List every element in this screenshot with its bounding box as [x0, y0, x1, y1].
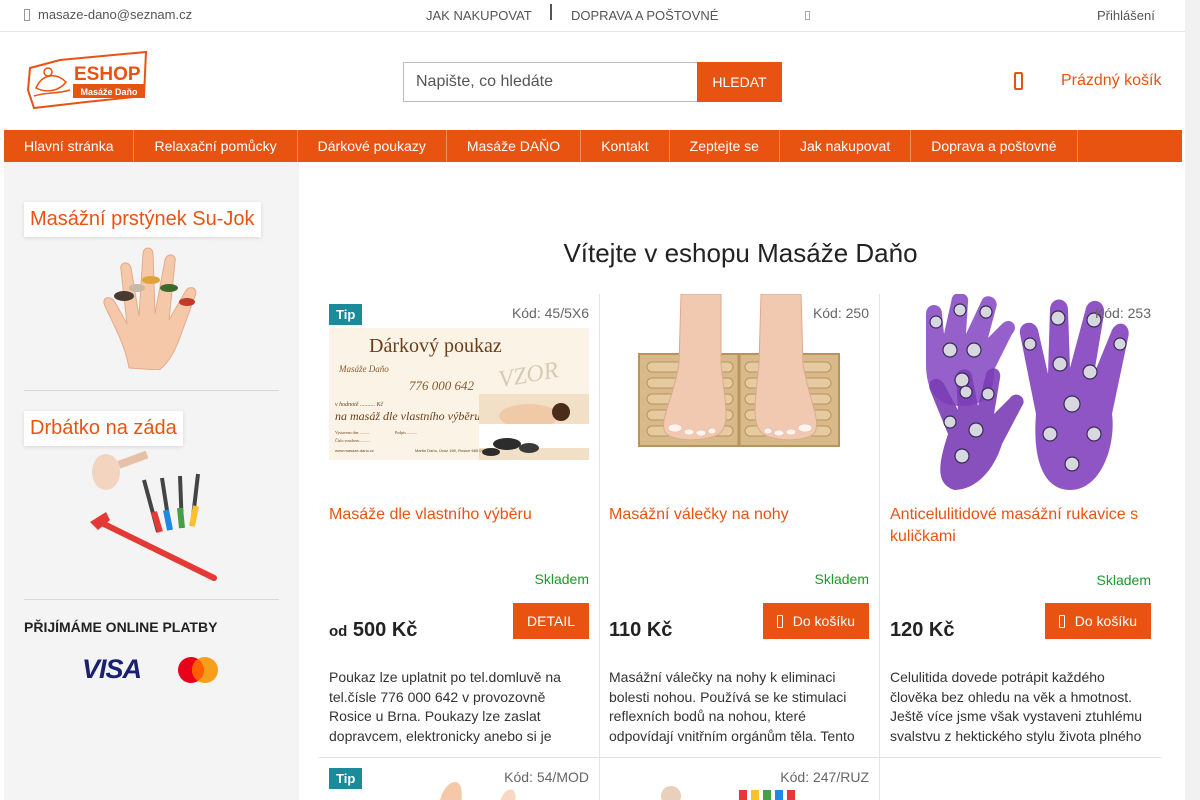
voucher-brand: Masáže Daňo: [338, 364, 389, 374]
top-nav-doprava[interactable]: DOPRAVA A POŠTOVNÉ: [571, 8, 718, 23]
cart-label[interactable]: Prázdný košík: [1061, 72, 1161, 90]
sidebar-widget-title[interactable]: Masážní prstýnek Su-Jok: [24, 202, 261, 237]
search-bar: HLEDAT: [403, 62, 782, 102]
product-price: 110 Kč: [609, 619, 672, 642]
product-description: Celulitida dovede potrápit každého člově…: [890, 669, 1143, 744]
tip-badge: Tip: [329, 304, 363, 325]
payments-title: PŘIJÍMÁME ONLINE PLATBY: [24, 619, 218, 635]
main-menu: Hlavní stránka Relaxační pomůcky Dárkové…: [4, 130, 1182, 162]
voucher-web: www.masaze-dano.cz: [335, 448, 374, 453]
product-card: Kód: 253 Anticelulitidové masážní rukavi…: [880, 293, 1161, 758]
sidebar-widget-drbatko: Drbátko na záda: [24, 411, 279, 446]
product-price: 120 Kč: [890, 619, 955, 642]
tip-badge: Tip: [329, 768, 363, 789]
voucher-purpose: na masáž dle vlastního výběru: [335, 409, 480, 423]
product-code: Kód: 54/MOD: [504, 769, 589, 785]
menu-item-kontakt[interactable]: Kontakt: [581, 130, 670, 162]
menu-item-relaxacni-pomucky[interactable]: Relaxační pomůcky: [134, 130, 298, 162]
voucher-field-date: Vystaveno dne ..........: [335, 430, 369, 435]
price-value: 500 Kč: [352, 619, 418, 641]
product-code: Kód: 250: [812, 305, 869, 321]
price-value: 110 Kč: [609, 619, 673, 641]
add-to-cart-button[interactable]: Do košíku: [1044, 603, 1151, 639]
cart-icon: [1014, 72, 1023, 90]
search-button[interactable]: HLEDAT: [697, 62, 782, 102]
menu-item-zeptejte-se[interactable]: Zeptejte se: [670, 130, 780, 162]
price-prefix: od: [329, 623, 348, 640]
sidebar-widget-title[interactable]: Drbátko na záda: [24, 411, 183, 446]
top-nav-divider: [550, 4, 552, 20]
product-card: Tip Kód: 54/MOD: [319, 758, 600, 800]
menu-item-jak-nakupovat[interactable]: Jak nakupovat: [780, 130, 912, 162]
mastercard-logo: [178, 657, 218, 683]
logo-subtext: Masáže Daňo: [80, 87, 138, 97]
top-bar: masaze-dano@seznam.cz JAK NAKUPOVAT DOPR…: [0, 0, 1185, 32]
stock-status: Skladem: [1096, 572, 1151, 588]
product-name[interactable]: Masáže dle vlastního výběru: [329, 504, 591, 526]
cart[interactable]: Prázdný košík: [1014, 72, 1161, 90]
search-input[interactable]: [403, 62, 697, 102]
info-icon[interactable]: [805, 11, 810, 20]
sidebar: Masážní prstýnek Su-Jok Drbátko na záda: [4, 162, 299, 800]
add-to-cart-button[interactable]: Do košíku: [762, 603, 869, 639]
voucher-value-line: v hodnotě .......... Kč: [335, 402, 383, 408]
product-image-foot-rollers[interactable]: [609, 293, 869, 494]
page-scrollbar[interactable]: [1185, 0, 1200, 800]
menu-item-darkove-poukazy[interactable]: Dárkové poukazy: [298, 130, 447, 162]
product-image-voucher[interactable]: Dárkový poukaz Masáže Daňo 776 000 642 V…: [329, 294, 589, 494]
product-name[interactable]: Masážní válečky na nohy: [609, 504, 871, 526]
voucher-title: Dárkový poukaz: [369, 335, 502, 357]
detail-button[interactable]: DETAIL: [513, 603, 589, 639]
page: masaze-dano@seznam.cz JAK NAKUPOVAT DOPR…: [0, 0, 1185, 800]
product-description: Masážní válečky na nohy k eliminaci bole…: [609, 669, 855, 744]
product-code: Kód: 253: [1094, 305, 1151, 321]
contact-email[interactable]: masaze-dano@seznam.cz: [24, 7, 192, 22]
login-link[interactable]: Přihlášení: [1097, 8, 1155, 23]
voucher-field-signature: Podpis ..........: [395, 430, 417, 435]
product-image-gloves[interactable]: [890, 293, 1150, 494]
voucher-address: Martin Daňo, Úvoz 169, Rosice 665 01: [415, 448, 484, 453]
page-title: Vítejte v eshopu Masáže Daňo: [563, 238, 918, 268]
menu-item-masaze-dano[interactable]: Masáže DAŇO: [447, 130, 582, 162]
voucher-field-number: Číslo voucheru ..........: [335, 438, 370, 443]
product-card: Dárkový poukaz Masáže Daňo 776 000 642 V…: [319, 294, 600, 758]
back-scratcher-image[interactable]: [84, 450, 224, 582]
detail-button-label: DETAIL: [527, 613, 575, 629]
product-name[interactable]: Anticelulitidové masážní rukavice s kuli…: [890, 504, 1152, 548]
logo-text: ESHOP: [74, 64, 141, 85]
add-to-cart-label: Do košíku: [1074, 613, 1137, 629]
top-nav-jak-nakupovat[interactable]: JAK NAKUPOVAT: [426, 8, 532, 23]
product-description: Poukaz lze uplatnit po tel.domluvě na te…: [329, 669, 561, 744]
sidebar-divider: [24, 599, 279, 600]
stock-status: Skladem: [814, 571, 869, 587]
stock-status: Skladem: [534, 571, 589, 587]
cart-button-icon: [776, 614, 783, 628]
sidebar-divider: [24, 390, 279, 391]
visa-logo: VISA: [82, 654, 142, 684]
phone-icon: [24, 8, 30, 21]
voucher-phone: 776 000 642: [409, 378, 475, 393]
sidebar-widget-su-jok: Masážní prstýnek Su-Jok: [24, 202, 279, 237]
product-code: Kód: 45/5X6: [511, 305, 589, 321]
menu-item-hlavni-stranka[interactable]: Hlavní stránka: [4, 130, 135, 162]
site-logo[interactable]: ESHOP Masáže Daňo: [26, 50, 148, 110]
menu-item-doprava[interactable]: Doprava a poštovné: [911, 130, 1078, 162]
main-content: Vítejte v eshopu Masáže Daňo Dárkový pou…: [299, 162, 1182, 800]
product-price: od 500 Kč: [329, 619, 417, 642]
product-card: Kód: 250 Masážní válečky na nohy Skladem…: [599, 293, 880, 758]
cart-button-icon: [1058, 614, 1065, 628]
add-to-cart-label: Do košíku: [792, 613, 855, 629]
email-text[interactable]: masaze-dano@seznam.cz: [38, 7, 192, 22]
su-jok-ring-image[interactable]: [99, 240, 211, 370]
price-value: 120 Kč: [890, 619, 955, 641]
product-card: Kód: 247/RUZ: [599, 758, 880, 800]
product-code: Kód: 247/RUZ: [780, 769, 869, 785]
